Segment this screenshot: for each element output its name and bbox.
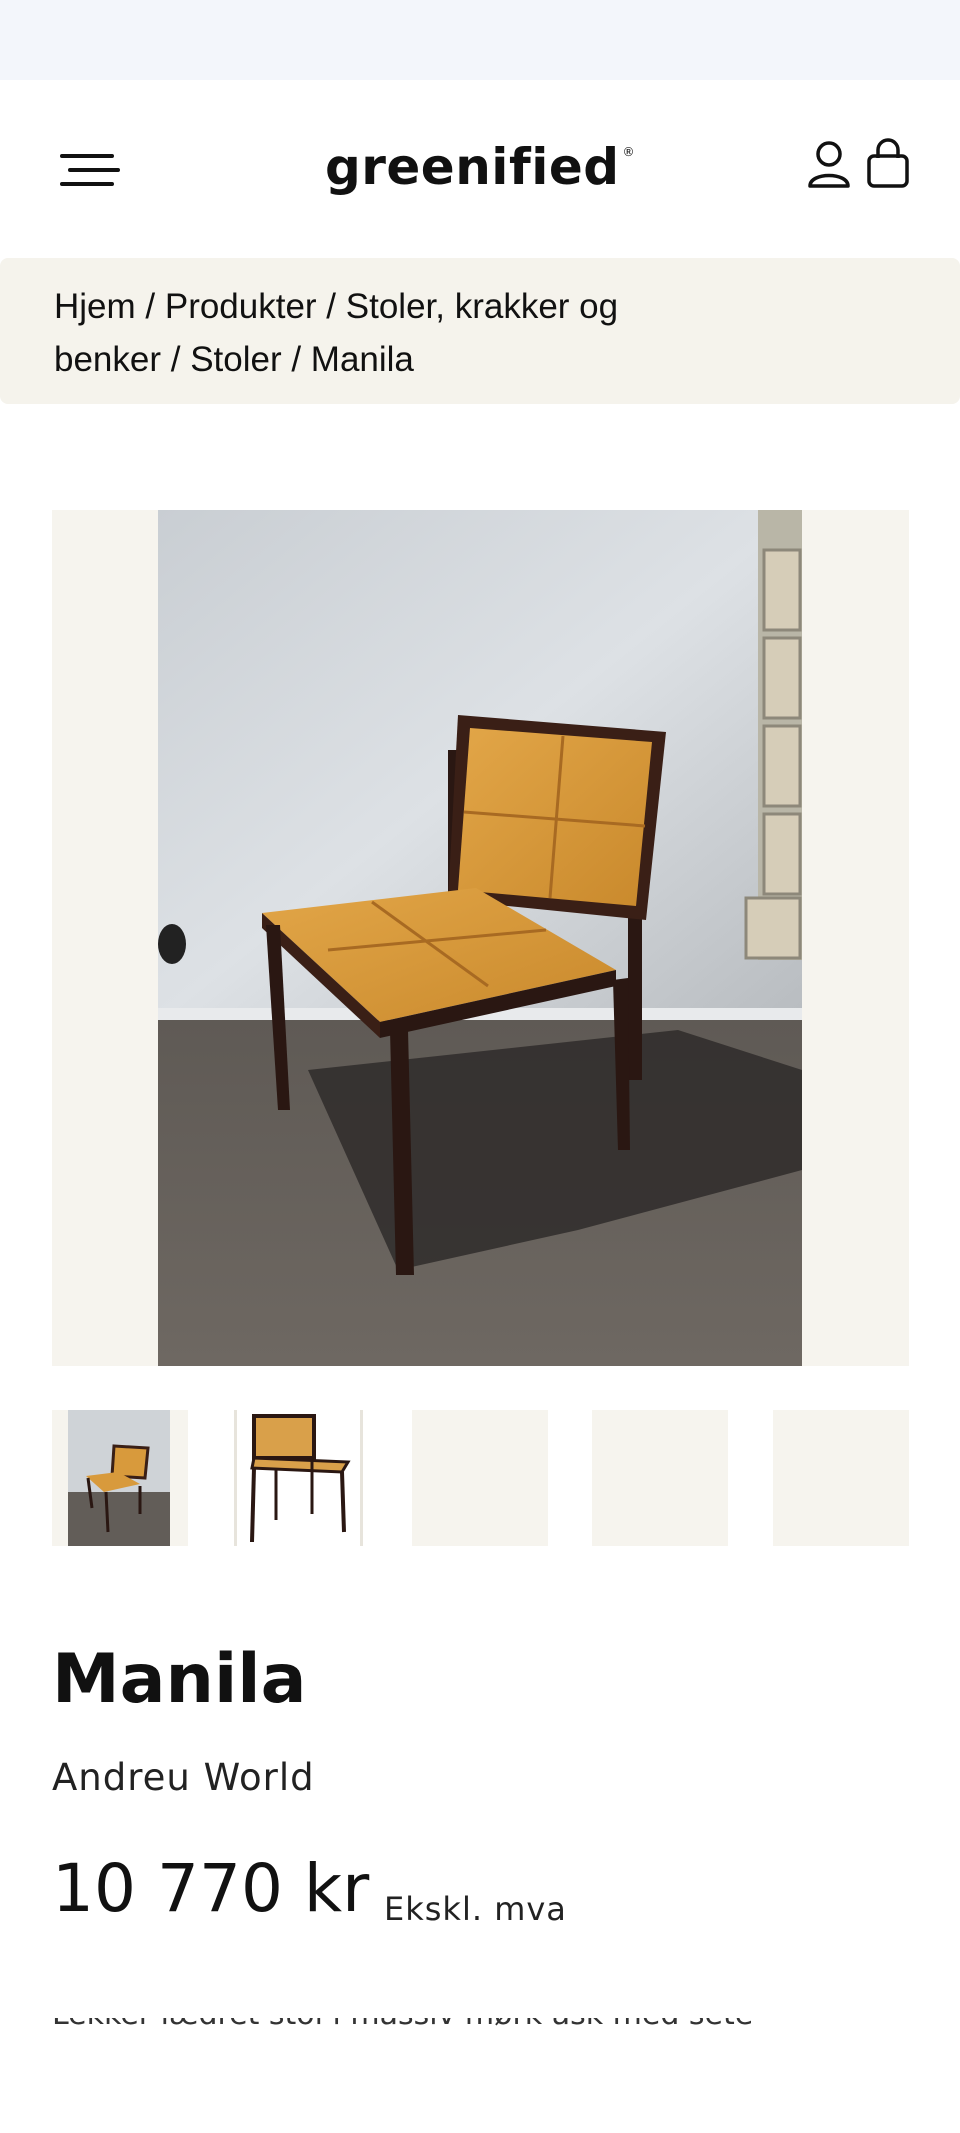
breadcrumb-text[interactable]: Hjem / Produkter / Stoler, krakker og be… — [54, 280, 654, 386]
thumbnail-1[interactable] — [52, 1410, 188, 1546]
thumbnail-3[interactable] — [412, 1410, 548, 1546]
thumbnail-5[interactable] — [773, 1410, 909, 1546]
product-image-gallery[interactable] — [52, 510, 909, 1366]
thumbnail-2[interactable] — [232, 1410, 368, 1546]
description-text: Lekker lædret stol i massiv mørk ask med… — [52, 2018, 812, 2030]
status-bar — [0, 0, 960, 80]
product-brand[interactable]: Andreu World — [52, 1756, 315, 1799]
product-description-partial: Lekker lædret stol i massiv mørk ask med… — [52, 2018, 812, 2030]
shopping-bag-icon[interactable] — [864, 138, 912, 190]
product-price: 10 770 kr — [52, 1850, 370, 1927]
thumbnail-strip — [52, 1410, 909, 1546]
main-product-image[interactable] — [158, 510, 802, 1366]
logo-text: greenified — [324, 138, 620, 196]
registered-mark: ® — [622, 145, 636, 159]
breadcrumb: Hjem / Produkter / Stoler, krakker og be… — [0, 258, 960, 404]
product-title: Manila — [52, 1640, 307, 1719]
vat-note: Ekskl. mva — [384, 1890, 567, 1928]
user-icon[interactable] — [804, 138, 854, 190]
thumbnail-4[interactable] — [592, 1410, 728, 1546]
